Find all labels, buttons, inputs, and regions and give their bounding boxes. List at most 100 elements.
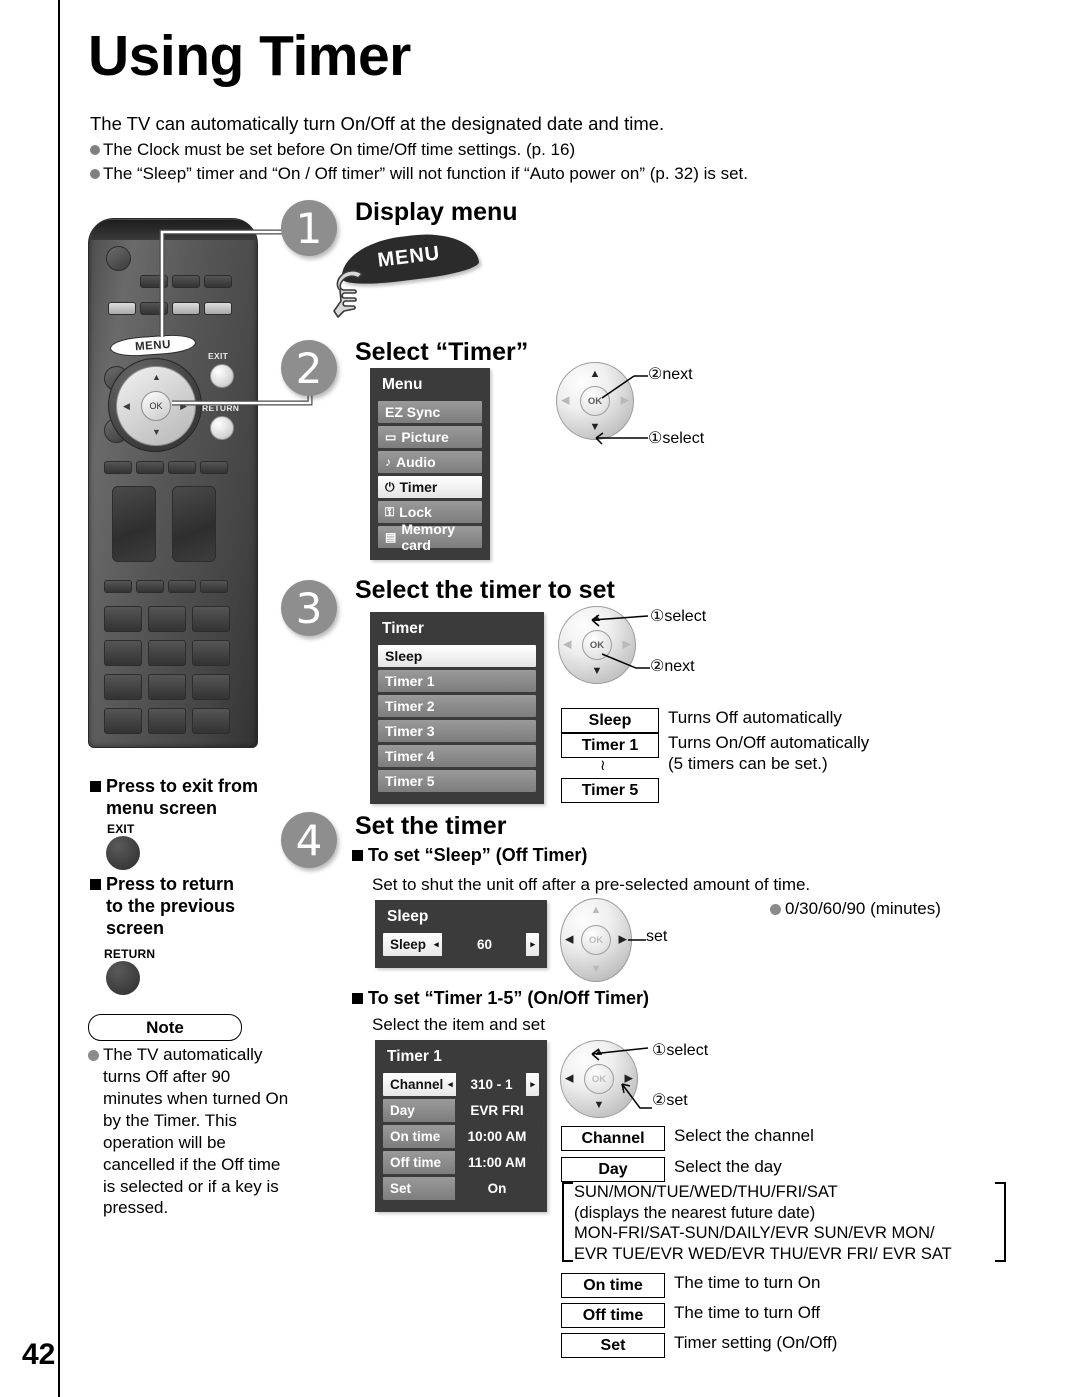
sleep-osd-panel: Sleep Sleep ◂ 60 ▸ <box>375 900 547 968</box>
navpad-step2-callout-select: ①select <box>648 430 705 447</box>
sleep-heading-text: To set “Sleep” (Off Timer) <box>368 845 588 865</box>
navpad-step3-leaders <box>591 614 650 669</box>
row-key: On time <box>390 1129 441 1144</box>
timer-item-timer-2[interactable]: Timer 2 <box>378 695 536 717</box>
legend-key-on-time: On time <box>561 1273 665 1298</box>
menu-item-ez-sync[interactable]: EZ Sync <box>378 401 482 423</box>
legend-key-timer5: Timer 5 <box>561 778 659 803</box>
menu-osd-title: Menu <box>382 376 423 393</box>
row-value: 10:00 AM <box>455 1125 539 1148</box>
timer-item-timer-3[interactable]: Timer 3 <box>378 720 536 742</box>
timer1-osd-title: Timer 1 <box>387 1048 442 1065</box>
legend-sleep: Sleep Turns Off automatically <box>561 708 842 733</box>
timer-osd-panel: Timer Sleep Timer 1 Timer 2 Timer 3 Time… <box>370 612 544 804</box>
step-number-4: 4 <box>281 812 337 868</box>
note-block: The TV automatically turns Off after 90 … <box>88 1044 294 1219</box>
navpad-timer1-callout-select: ①select <box>652 1042 709 1059</box>
legend-key-timer1: Timer 1 <box>561 733 659 758</box>
ok-button[interactable]: OK <box>581 925 611 955</box>
left-adjust-arrow-icon[interactable]: ◂ <box>444 1073 457 1096</box>
return-instruction-l1: Press to return <box>106 874 235 894</box>
right-adjust-arrow-icon[interactable]: ▸ <box>526 1073 539 1096</box>
timer1-row-off-time[interactable]: Off time 11:00 AM <box>383 1151 539 1174</box>
bullet-dot-icon <box>770 904 781 915</box>
sleep-section-heading: To set “Sleep” (Off Timer) <box>352 845 587 867</box>
bullet-dot-icon <box>88 1050 99 1061</box>
square-bullet-icon <box>352 993 363 1004</box>
page-number: 42 <box>22 1338 56 1371</box>
legend-desc-timer-line2: (5 timers can be set.) <box>668 753 828 773</box>
sleep-value-row[interactable]: Sleep ◂ 60 ▸ <box>383 933 539 956</box>
timer-section-heading: To set “Timer 1-5” (On/Off Timer) <box>352 988 649 1010</box>
menu-item-memory-card[interactable]: ▤ Memory card <box>378 521 482 553</box>
legend-day: Day Select the day <box>561 1157 782 1182</box>
menu-item-timer[interactable]: ⏻ Timer <box>378 476 482 498</box>
down-arrow-icon: ▼ <box>590 963 602 975</box>
timer1-row-set[interactable]: Set On <box>383 1177 539 1200</box>
timer-heading-text: To set “Timer 1-5” (On/Off Timer) <box>368 988 650 1008</box>
square-bullet-icon <box>352 850 363 861</box>
legend-key-day: Day <box>561 1157 665 1182</box>
sleep-osd-title: Sleep <box>387 908 429 925</box>
legend-timer5: Timer 5 <box>561 778 659 803</box>
day-options-line-2: (displays the nearest future date) <box>574 1203 816 1222</box>
legend-key-set: Set <box>561 1333 665 1358</box>
timer-item-label: Timer 2 <box>385 698 435 714</box>
memory-card-icon: ▤ <box>385 530 397 544</box>
row-key: Off time <box>390 1155 442 1170</box>
legend-desc-set: Timer setting (On/Off) <box>674 1333 838 1352</box>
pointing-hand-icon <box>333 270 363 318</box>
return-button-graphic[interactable] <box>106 961 140 995</box>
menu-item-audio[interactable]: ♪ Audio <box>378 451 482 473</box>
exit-instruction-l2: menu screen <box>106 797 218 818</box>
legend-off-time: Off time The time to turn Off <box>561 1303 820 1328</box>
timer1-row-channel[interactable]: Channel ◂ 310 - 1 ▸ <box>383 1073 539 1096</box>
square-bullet-icon <box>90 879 101 890</box>
timer-item-sleep[interactable]: Sleep <box>378 645 536 667</box>
navpad-sleep: ▲ ▼ ◀ ▶ OK <box>560 898 632 982</box>
legend-desc-sleep: Turns Off automatically <box>668 708 842 727</box>
row-value: On <box>455 1177 539 1200</box>
row-value: 11:00 AM <box>455 1151 539 1174</box>
note-caption: Note <box>88 1014 242 1041</box>
menu-item-label: Memory card <box>401 521 456 553</box>
step-heading-1: Display menu <box>355 198 518 226</box>
menu-item-label: Audio <box>396 454 436 470</box>
day-options-line-1: SUN/MON/TUE/WED/THU/FRI/SAT <box>574 1183 838 1201</box>
legend-key-off-time: Off time <box>561 1303 665 1328</box>
menu-item-lock[interactable]: ⚿ Lock <box>378 501 482 523</box>
note-text: The TV automatically turns Off after 90 … <box>103 1045 289 1218</box>
timer-item-label: Timer 4 <box>385 748 435 764</box>
step-heading-2: Select “Timer” <box>355 338 529 366</box>
timer-item-timer-5[interactable]: Timer 5 <box>378 770 536 792</box>
right-adjust-arrow-icon[interactable]: ▸ <box>526 933 539 956</box>
exit-button-graphic[interactable] <box>106 836 140 870</box>
return-instruction-l2: to the previous <box>106 895 236 916</box>
navpad-step2-leaders <box>595 375 648 445</box>
navpad-step2-callout-next: ②next <box>648 366 693 383</box>
timer-item-timer-1[interactable]: Timer 1 <box>378 670 536 692</box>
timer1-row-day[interactable]: Day EVR FRI <box>383 1099 539 1122</box>
legend-set: Set Timer setting (On/Off) <box>561 1333 837 1358</box>
power-timer-icon: ⏻ <box>385 480 395 494</box>
bracket-right <box>995 1182 1006 1262</box>
return-instruction-l3: screen <box>106 917 165 938</box>
day-options-list: SUN/MON/TUE/WED/THU/FRI/SAT (displays th… <box>574 1182 994 1265</box>
left-adjust-arrow-icon[interactable]: ◂ <box>430 933 443 956</box>
legend-desc-day: Select the day <box>674 1157 782 1176</box>
timer-item-timer-4[interactable]: Timer 4 <box>378 745 536 767</box>
legend-desc-channel: Select the channel <box>674 1126 814 1145</box>
music-note-icon: ♪ <box>385 455 391 469</box>
legend-key-channel: Channel <box>561 1126 665 1151</box>
timer1-row-on-time[interactable]: On time 10:00 AM <box>383 1125 539 1148</box>
exit-instruction-l1: Press to exit from <box>106 776 259 796</box>
menu-item-picture[interactable]: ▭ Picture <box>378 426 482 448</box>
picture-icon: ▭ <box>385 430 397 444</box>
timer-osd-title: Timer <box>382 620 424 637</box>
timer1-osd-panel: Timer 1 Channel ◂ 310 - 1 ▸ Day EVR FRI … <box>375 1040 547 1212</box>
menu-osd-panel: Menu EZ Sync ▭ Picture ♪ Audio ⏻ Timer ⚿… <box>370 368 490 560</box>
legend-timer1: Timer 1 Turns On/Off automatically (5 ti… <box>561 733 869 774</box>
manual-page: Using Timer The TV can automatically tur… <box>0 0 1080 1397</box>
menu-item-label: EZ Sync <box>385 404 441 420</box>
sleep-row-value: 60 <box>442 933 527 956</box>
